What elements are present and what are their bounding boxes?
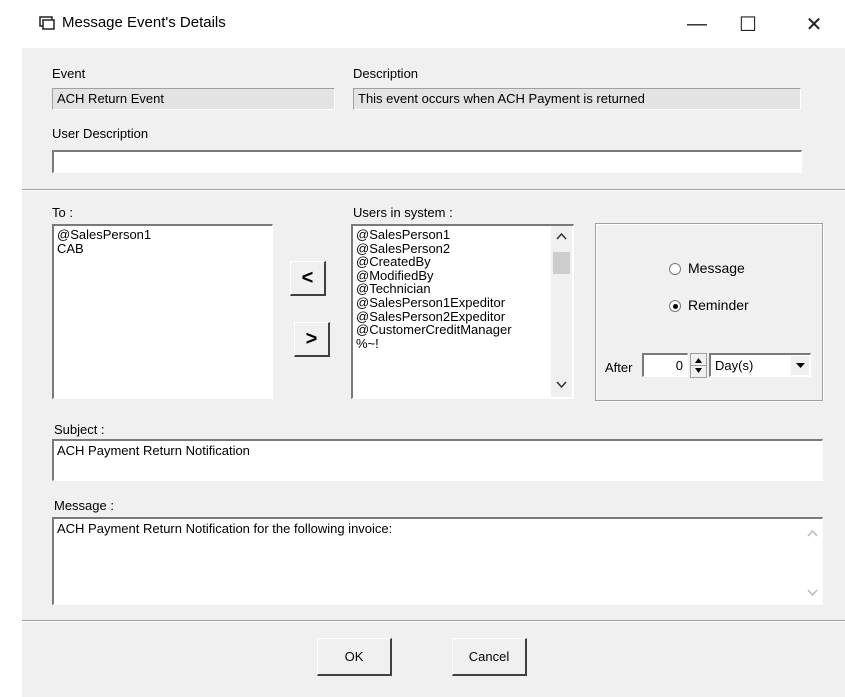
chevron-up-icon[interactable]: [556, 232, 567, 240]
list-item[interactable]: @CustomerCreditManager: [353, 323, 573, 337]
dropdown-button[interactable]: [791, 356, 809, 375]
message-scrollbar[interactable]: [804, 519, 821, 603]
event-field: ACH Return Event: [52, 88, 335, 110]
after-unit-select[interactable]: Day(s): [709, 353, 811, 377]
title-bar[interactable]: Message Event's Details — ☐ ✕: [22, 0, 845, 48]
reminder-radio[interactable]: [669, 300, 681, 312]
to-list[interactable]: @SalesPerson1 CAB: [52, 224, 273, 399]
list-item[interactable]: @SalesPerson2Expeditor: [353, 309, 573, 324]
description-label: Description: [353, 66, 419, 81]
to-label: To :: [52, 205, 73, 220]
message-label: Message :: [54, 498, 114, 513]
list-item[interactable]: @CreatedBy: [353, 255, 573, 269]
ok-button[interactable]: OK: [317, 638, 392, 676]
chevron-down-icon[interactable]: [556, 381, 567, 389]
chevron-down-icon[interactable]: [807, 589, 818, 597]
user-description-label: User Description: [52, 126, 149, 141]
message-radio[interactable]: [669, 263, 681, 275]
list-item[interactable]: @SalesPerson1: [353, 228, 573, 242]
event-label: Event: [52, 66, 86, 81]
stepper-up-icon[interactable]: [694, 356, 703, 364]
message-text: ACH Payment Return Notification for the …: [57, 521, 393, 536]
scrollbar-thumb[interactable]: [553, 252, 570, 274]
list-item[interactable]: @SalesPerson1Expeditor: [353, 296, 573, 310]
after-stepper[interactable]: [690, 353, 707, 378]
divider: [22, 189, 845, 191]
list-item[interactable]: @SalesPerson2: [353, 241, 573, 256]
user-description-input[interactable]: [52, 150, 802, 173]
list-item[interactable]: @SalesPerson1: [54, 228, 272, 242]
list-item[interactable]: @ModifiedBy: [353, 269, 573, 283]
add-recipient-button[interactable]: <: [290, 261, 326, 296]
minimize-button[interactable]: —: [677, 6, 717, 42]
subject-label: Subject :: [54, 422, 105, 437]
message-radio-label[interactable]: Message: [688, 260, 745, 276]
dropdown-arrow-icon: [795, 362, 805, 368]
users-scrollbar[interactable]: [551, 226, 572, 397]
list-item[interactable]: CAB: [54, 241, 272, 256]
description-field: This event occurs when ACH Payment is re…: [353, 88, 801, 110]
maximize-button[interactable]: ☐: [728, 6, 768, 42]
list-item[interactable]: @Technician: [353, 282, 573, 296]
message-textarea[interactable]: ACH Payment Return Notification for the …: [52, 517, 823, 605]
list-item[interactable]: %~!: [353, 337, 573, 351]
remove-recipient-button[interactable]: >: [294, 322, 330, 357]
after-unit-value: Day(s): [715, 358, 754, 373]
cancel-button[interactable]: Cancel: [452, 638, 527, 676]
users-list[interactable]: @SalesPerson1 @SalesPerson2 @CreatedBy @…: [351, 224, 574, 399]
reminder-radio-label[interactable]: Reminder: [688, 297, 749, 313]
subject-input[interactable]: ACH Payment Return Notification: [52, 439, 823, 481]
close-button[interactable]: ✕: [794, 6, 834, 42]
app-icon: [39, 16, 55, 30]
stepper-down-icon[interactable]: [694, 367, 703, 375]
window-title: Message Event's Details: [62, 14, 226, 31]
after-label: After: [605, 360, 633, 375]
chevron-up-icon[interactable]: [807, 529, 818, 537]
divider: [22, 620, 845, 622]
after-input[interactable]: 0: [642, 353, 688, 377]
users-label: Users in system :: [353, 205, 453, 220]
dialog-body: Event ACH Return Event Description This …: [22, 48, 845, 697]
